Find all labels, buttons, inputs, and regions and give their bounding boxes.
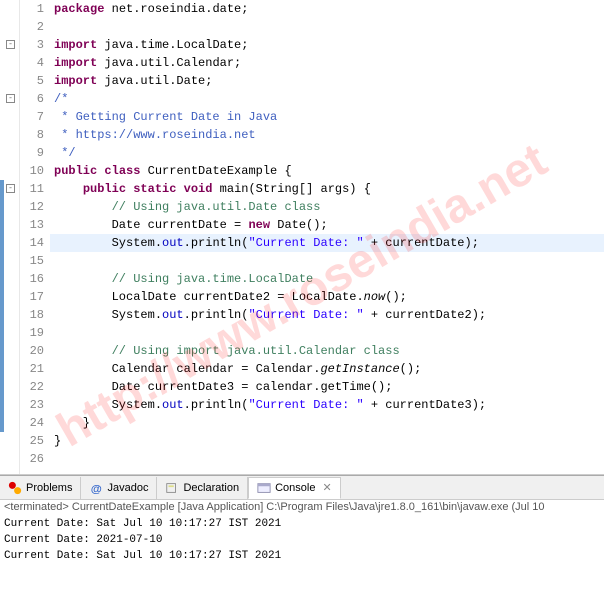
change-marker	[0, 396, 4, 414]
code-line[interactable]: System.out.println("Current Date: " + cu…	[50, 306, 604, 324]
code-line[interactable]: // Using java.time.LocalDate	[50, 270, 604, 288]
view-tabs: Problems @ Javadoc Declaration Console ✕	[0, 476, 604, 500]
change-marker	[0, 306, 4, 324]
fold-toggle-icon[interactable]: -	[6, 184, 15, 193]
console-process-header: <terminated> CurrentDateExample [Java Ap…	[0, 500, 604, 514]
line-number: 9	[20, 144, 44, 162]
code-line[interactable]: Calendar calendar = Calendar.getInstance…	[50, 360, 604, 378]
line-number: 8	[20, 126, 44, 144]
change-marker	[0, 378, 4, 396]
line-number: 4	[20, 54, 44, 72]
fold-toggle-icon[interactable]: -	[6, 94, 15, 103]
code-line[interactable]	[50, 324, 604, 342]
javadoc-icon: @	[89, 481, 103, 495]
change-marker	[0, 360, 4, 378]
console-line: Current Date: Sat Jul 10 10:17:27 IST 20…	[4, 516, 600, 532]
problems-icon	[8, 481, 22, 495]
line-number: 5	[20, 72, 44, 90]
line-number: 6	[20, 90, 44, 108]
code-line[interactable]	[50, 450, 604, 468]
line-number: 19	[20, 324, 44, 342]
code-line[interactable]: */	[50, 144, 604, 162]
code-line[interactable]: import java.util.Date;	[50, 72, 604, 90]
code-line[interactable]: * Getting Current Date in Java	[50, 108, 604, 126]
change-marker	[0, 288, 4, 306]
code-editor[interactable]: --- 123456789101112131415161718192021222…	[0, 0, 604, 475]
tab-console[interactable]: Console ✕	[248, 477, 341, 499]
code-line[interactable]: public class CurrentDateExample {	[50, 162, 604, 180]
close-icon[interactable]: ✕	[322, 481, 331, 494]
line-number: 21	[20, 360, 44, 378]
change-marker	[0, 324, 4, 342]
code-line[interactable]: import java.util.Calendar;	[50, 54, 604, 72]
code-line[interactable]: * https://www.roseindia.net	[50, 126, 604, 144]
line-number: 18	[20, 306, 44, 324]
code-line[interactable]: System.out.println("Current Date: " + cu…	[50, 396, 604, 414]
line-number: 16	[20, 270, 44, 288]
console-output[interactable]: Current Date: Sat Jul 10 10:17:27 IST 20…	[0, 514, 604, 566]
line-number: 14	[20, 234, 44, 252]
line-number: 13	[20, 216, 44, 234]
code-line[interactable]: // Using java.util.Date class	[50, 198, 604, 216]
change-marker	[0, 270, 4, 288]
tab-javadoc[interactable]: @ Javadoc	[81, 477, 157, 499]
line-number: 15	[20, 252, 44, 270]
code-line[interactable]	[50, 252, 604, 270]
line-number: 3	[20, 36, 44, 54]
line-number: 12	[20, 198, 44, 216]
change-marker	[0, 414, 4, 432]
code-line[interactable]: System.out.println("Current Date: " + cu…	[50, 234, 604, 252]
change-marker	[0, 180, 4, 198]
declaration-icon	[165, 481, 179, 495]
svg-text:@: @	[91, 483, 102, 495]
line-number: 2	[20, 18, 44, 36]
console-line: Current Date: 2021-07-10	[4, 532, 600, 548]
change-marker	[0, 252, 4, 270]
code-line[interactable]: import java.time.LocalDate;	[50, 36, 604, 54]
bottom-panel: Problems @ Javadoc Declaration Console ✕ <ter…	[0, 475, 604, 566]
line-number: 7	[20, 108, 44, 126]
line-number-gutter: 1234567891011121314151617181920212223242…	[20, 0, 50, 474]
code-line[interactable]: Date currentDate = new Date();	[50, 216, 604, 234]
code-line[interactable]: // Using import java.util.Calendar class	[50, 342, 604, 360]
line-number: 10	[20, 162, 44, 180]
line-number: 25	[20, 432, 44, 450]
line-number: 11	[20, 180, 44, 198]
line-number: 20	[20, 342, 44, 360]
tab-problems[interactable]: Problems	[0, 477, 81, 499]
tab-label: Declaration	[183, 482, 239, 494]
line-number: 1	[20, 0, 44, 18]
console-line: Current Date: Sat Jul 10 10:17:27 IST 20…	[4, 548, 600, 564]
change-marker	[0, 234, 4, 252]
editor-margin: - - -	[0, 0, 20, 474]
console-icon	[257, 481, 271, 495]
tab-declaration[interactable]: Declaration	[157, 477, 248, 499]
line-number: 24	[20, 414, 44, 432]
change-marker	[0, 216, 4, 234]
code-line[interactable]: Date currentDate3 = calendar.getTime();	[50, 378, 604, 396]
tab-label: Console	[275, 482, 315, 494]
line-number: 23	[20, 396, 44, 414]
change-marker	[0, 342, 4, 360]
code-line[interactable]: }	[50, 414, 604, 432]
code-line[interactable]: public static void main(String[] args) {	[50, 180, 604, 198]
line-number: 26	[20, 450, 44, 468]
change-marker	[0, 198, 4, 216]
line-number: 22	[20, 378, 44, 396]
fold-toggle-icon[interactable]: -	[6, 40, 15, 49]
code-line[interactable]: LocalDate currentDate2 = LocalDate.now()…	[50, 288, 604, 306]
code-line[interactable]: package net.roseindia.date;	[50, 0, 604, 18]
line-number: 17	[20, 288, 44, 306]
code-content[interactable]: package net.roseindia.date; import java.t…	[50, 0, 604, 474]
code-line[interactable]: /*	[50, 90, 604, 108]
code-line[interactable]: }	[50, 432, 604, 450]
code-line[interactable]	[50, 18, 604, 36]
tab-label: Problems	[26, 482, 72, 494]
tab-label: Javadoc	[107, 482, 148, 494]
